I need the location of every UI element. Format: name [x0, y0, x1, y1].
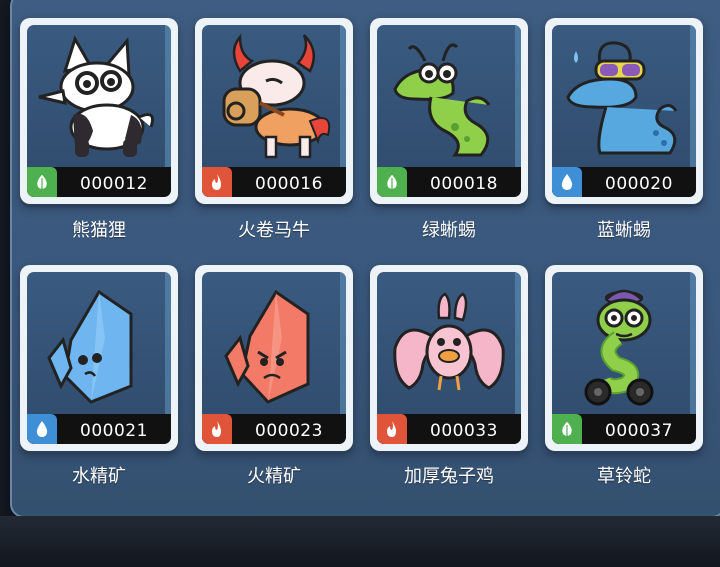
creature-id: 000012: [80, 174, 148, 194]
id-bar: 000012: [27, 167, 171, 197]
creature-card-000020[interactable]: 000020: [545, 18, 703, 204]
creature-card-000021[interactable]: 000021: [20, 265, 178, 451]
id-bar: 000018: [377, 167, 521, 197]
creature-card-000018[interactable]: 000018: [370, 18, 528, 204]
creature-card-000023[interactable]: 000023: [195, 265, 353, 451]
card-portrait: 000018: [377, 25, 521, 197]
fire-crystal-icon: [224, 289, 310, 404]
rabbit-chick-icon: [393, 292, 505, 391]
creature-name: 草铃蛇: [597, 466, 651, 487]
panda-fox-icon: [38, 35, 154, 157]
green-lizard-icon: [393, 43, 491, 157]
creature-name: 火卷马牛: [238, 220, 310, 241]
creature-card-000016[interactable]: 000016: [195, 18, 353, 204]
creature-id: 000018: [430, 174, 498, 194]
id-bar: 000020: [552, 167, 696, 197]
card-portrait: 000023: [202, 272, 346, 444]
creature-id: 000016: [255, 174, 323, 194]
creature-id: 000037: [605, 421, 673, 441]
blue-lizard-icon: [566, 41, 678, 155]
creature-id: 000021: [80, 421, 148, 441]
water-crystal-icon: [47, 289, 133, 404]
id-bar: 000016: [202, 167, 346, 197]
card-portrait: 000012: [27, 25, 171, 197]
droplet-icon: [27, 414, 57, 444]
card-portrait: 000021: [27, 272, 171, 444]
grass-snake-icon: [584, 289, 654, 406]
id-bar: 000033: [377, 414, 521, 444]
leaf-icon: [27, 167, 57, 197]
card-portrait: 000016: [202, 25, 346, 197]
creature-name: 熊猫狸: [72, 220, 126, 241]
creature-card-000033[interactable]: 000033: [370, 265, 528, 451]
flame-icon: [202, 167, 232, 197]
droplet-icon: [552, 167, 582, 197]
flame-icon: [377, 414, 407, 444]
creature-name: 水精矿: [72, 466, 126, 487]
creature-card-000037[interactable]: 000037: [545, 265, 703, 451]
background-edge: [0, 516, 720, 567]
id-bar: 000037: [552, 414, 696, 444]
id-bar: 000021: [27, 414, 171, 444]
id-bar: 000023: [202, 414, 346, 444]
creature-name: 火精矿: [247, 466, 301, 487]
creature-id: 000033: [430, 421, 498, 441]
card-portrait: 000020: [552, 25, 696, 197]
fire-bull-icon: [222, 33, 331, 159]
flame-icon: [202, 414, 232, 444]
creature-name: 加厚兔子鸡: [404, 466, 494, 487]
creature-name: 蓝蜥蜴: [597, 220, 651, 241]
creature-id: 000020: [605, 174, 673, 194]
leaf-icon: [377, 167, 407, 197]
creature-grid: 000012 熊猫狸 000016 火卷马牛 000018 绿蜥蜴 000020…: [0, 0, 720, 500]
card-portrait: 000033: [377, 272, 521, 444]
card-portrait: 000037: [552, 272, 696, 444]
creature-card-000012[interactable]: 000012: [20, 18, 178, 204]
creature-id: 000023: [255, 421, 323, 441]
creature-name: 绿蜥蜴: [422, 220, 476, 241]
leaf-icon: [552, 414, 582, 444]
